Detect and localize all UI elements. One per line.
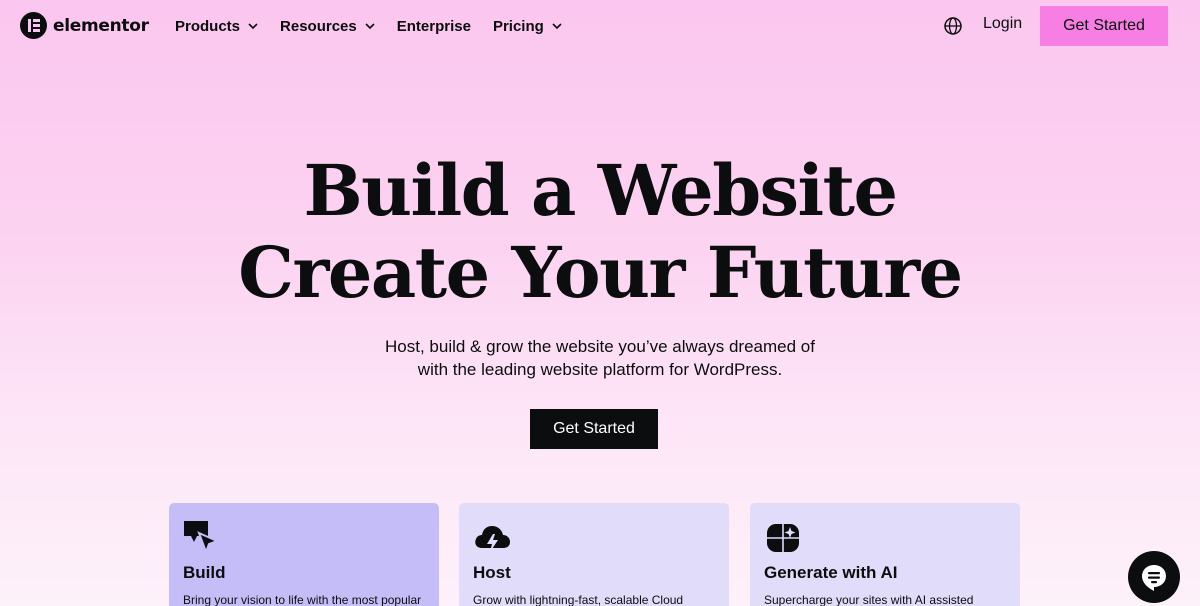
chevron-down-icon: [365, 23, 375, 30]
card-description: Grow with lightning-fast, scalable Cloud: [473, 593, 684, 606]
cloud-bolt-icon: [475, 526, 510, 552]
ai-sparkle-icon: [767, 524, 799, 552]
card-generate-with-ai[interactable]: Generate with AI Supercharge your sites …: [750, 503, 1020, 606]
card-build[interactable]: Build Bring your vision to life with the…: [169, 503, 439, 606]
elementor-logo[interactable]: elementor: [20, 12, 149, 39]
card-description: Bring your vision to life with the most …: [183, 593, 422, 606]
nav-item-resources[interactable]: Resources: [280, 18, 375, 35]
globe-icon[interactable]: [943, 16, 963, 36]
nav-label: Products: [175, 17, 241, 35]
nav-label: Resources: [280, 17, 357, 35]
elementor-logo-icon: [20, 12, 47, 39]
hero-title-line-2: Create Your Future: [238, 231, 963, 314]
chevron-down-icon: [248, 23, 258, 30]
nav-item-products[interactable]: Products: [175, 18, 258, 35]
card-host[interactable]: Host Grow with lightning-fast, scalable …: [459, 503, 729, 606]
chat-icon: [1142, 565, 1166, 591]
header-get-started-button[interactable]: Get Started: [1040, 6, 1168, 46]
main-nav: Products Resources Enterprise Pricing: [175, 0, 584, 52]
hero-subtitle-line-1: Host, build & grow the website you’ve al…: [385, 337, 815, 356]
nav-label: Enterprise: [396, 17, 471, 35]
hero-subtitle-line-2: with the leading website platform for Wo…: [417, 360, 783, 379]
nav-item-enterprise[interactable]: Enterprise: [397, 18, 471, 35]
card-description: Supercharge your sites with AI assisted: [764, 593, 974, 606]
card-title: Build: [183, 563, 226, 582]
chevron-down-icon: [552, 23, 562, 30]
hero-subtitle: Host, build & grow the website you’ve al…: [0, 335, 1200, 381]
cursor-click-icon: [184, 521, 220, 555]
card-title: Host: [473, 563, 511, 582]
nav-label: Pricing: [492, 17, 544, 35]
login-link[interactable]: Login: [983, 15, 1022, 33]
logo-text: elementor: [53, 15, 149, 36]
hero-title: Build a Website Create Your Future: [0, 150, 1200, 314]
hero-title-line-1: Build a Website: [303, 149, 898, 232]
chat-button[interactable]: [1128, 551, 1180, 603]
card-title: Generate with AI: [764, 563, 898, 582]
site-header: elementor Products Resources Enterprise …: [0, 0, 1200, 52]
hero-get-started-button[interactable]: Get Started: [530, 409, 658, 449]
nav-item-pricing[interactable]: Pricing: [493, 18, 562, 35]
